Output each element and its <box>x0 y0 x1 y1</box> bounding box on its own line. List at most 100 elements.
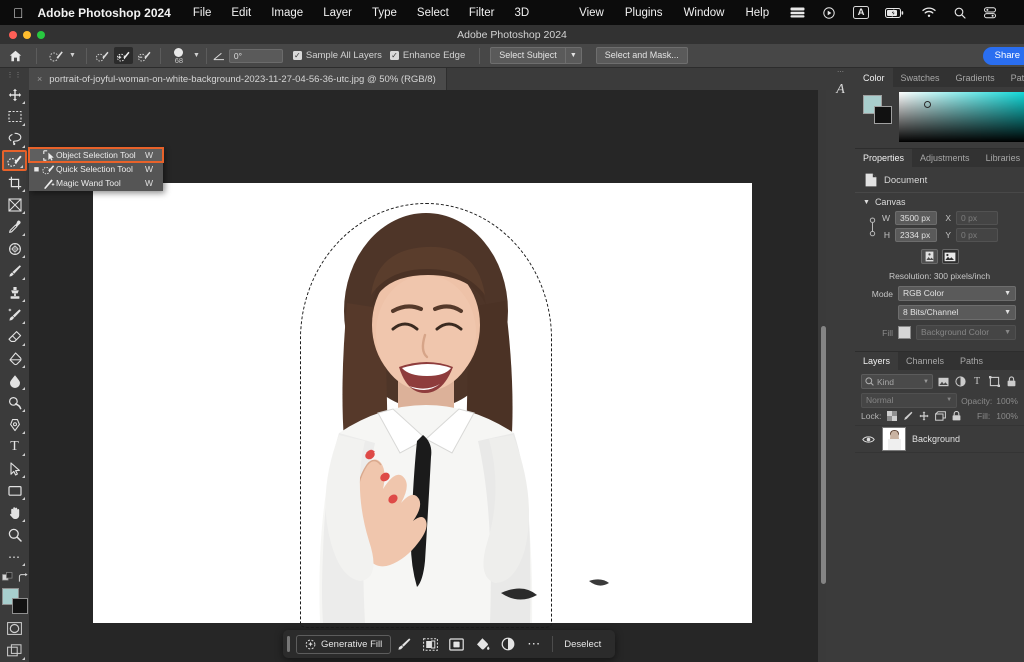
keyboard-input-icon[interactable]: A <box>853 6 869 19</box>
menu-type[interactable]: Type <box>372 7 397 19</box>
rail-grip[interactable]: ⋯ <box>826 68 855 77</box>
tab-patterns[interactable]: Patterns <box>1003 68 1024 87</box>
mask-selection-icon[interactable] <box>443 633 469 655</box>
canvas-section-header[interactable]: ▼ Canvas <box>855 192 1024 209</box>
select-subject-button[interactable]: Select Subject <box>490 47 566 64</box>
tab-swatches[interactable]: Swatches <box>893 68 948 87</box>
lock-all-icon[interactable] <box>952 411 961 421</box>
angle-value[interactable]: 0° <box>229 49 283 63</box>
type-layer-filter-icon[interactable]: T <box>970 374 984 389</box>
screen-mode-button[interactable] <box>2 640 27 661</box>
background-color-swatch[interactable] <box>12 598 28 614</box>
pixel-layer-filter-icon[interactable] <box>936 374 950 389</box>
deselect-button[interactable]: Deselect <box>558 639 607 650</box>
tab-layers[interactable]: Layers <box>855 352 898 370</box>
tab-properties[interactable]: Properties <box>855 149 912 167</box>
fill-color-swatch[interactable] <box>898 326 911 339</box>
rectangle-tool[interactable] <box>2 480 27 501</box>
apple-icon[interactable]:  <box>13 6 24 20</box>
fill-percent-value[interactable]: 100% <box>996 411 1018 421</box>
scrollbar-thumb[interactable] <box>821 326 826 584</box>
crop-tool[interactable] <box>2 172 27 193</box>
image-canvas[interactable] <box>93 183 752 623</box>
selection-subtract-icon[interactable] <box>135 47 154 64</box>
menu-image[interactable]: Image <box>271 7 303 19</box>
swap-colors-icon[interactable] <box>18 573 28 583</box>
quick-mask-button[interactable] <box>2 618 27 639</box>
link-icon[interactable] <box>863 216 881 238</box>
glyphs-panel-icon[interactable]: A <box>826 77 855 103</box>
spot-healing-brush-tool[interactable] <box>2 238 27 259</box>
layer-kind-filter[interactable]: Kind ▼ <box>861 374 933 389</box>
menu-layer[interactable]: Layer <box>323 7 352 19</box>
brush-preset-picker[interactable]: ▼ <box>43 47 80 64</box>
zoom-tool[interactable] <box>2 524 27 545</box>
color-background-swatch[interactable] <box>874 106 892 124</box>
lock-transparency-icon[interactable] <box>887 411 897 421</box>
eye-icon[interactable] <box>861 435 876 444</box>
menu-filter[interactable]: Filter <box>469 7 495 19</box>
eyedropper-tool[interactable] <box>2 216 27 237</box>
shape-layer-filter-icon[interactable] <box>987 374 1001 389</box>
opacity-value[interactable]: 100% <box>996 396 1018 406</box>
close-tab-icon[interactable]: × <box>37 74 42 84</box>
sample-all-layers-checkbox[interactable]: ✓ Sample All Layers <box>293 50 382 61</box>
battery-charging-icon[interactable] <box>885 8 904 18</box>
enhance-edge-checkbox[interactable]: ✓ Enhance Edge <box>390 50 465 61</box>
tab-paths[interactable]: Paths <box>952 352 991 370</box>
type-tool[interactable]: T <box>2 436 27 457</box>
menu-file[interactable]: File <box>193 7 212 19</box>
lasso-tool[interactable] <box>2 128 27 149</box>
invert-selection-icon[interactable] <box>417 633 443 655</box>
brush-size-chevron-icon[interactable]: ▼ <box>193 52 200 59</box>
menu-window[interactable]: Window <box>684 7 725 19</box>
select-subject-brush-icon[interactable] <box>391 633 417 655</box>
move-tool[interactable] <box>2 84 27 105</box>
blend-mode-select[interactable]: Normal ▼ <box>861 393 957 408</box>
layer-thumbnail[interactable] <box>882 427 906 451</box>
flyout-item-quick-selection-tool[interactable]: ■ Quick Selection Tool W <box>29 162 163 176</box>
brush-size-control[interactable]: 68 <box>167 47 191 65</box>
selection-new-icon[interactable] <box>93 47 112 64</box>
orientation-landscape-icon[interactable] <box>942 249 959 264</box>
rectangular-marquee-tool[interactable] <box>2 106 27 127</box>
more-options-icon[interactable]: ⋯ <box>521 633 547 655</box>
dodge-tool[interactable] <box>2 392 27 413</box>
menu-help[interactable]: Help <box>745 7 769 19</box>
color-spectrum-field[interactable] <box>899 92 1024 142</box>
clone-stamp-tool[interactable] <box>2 282 27 303</box>
hand-tool[interactable] <box>2 502 27 523</box>
bit-depth-select[interactable]: 8 Bits/Channel ▼ <box>898 305 1016 320</box>
menu-edit[interactable]: Edit <box>231 7 251 19</box>
document-tab[interactable]: × portrait-of-joyful-woman-on-white-back… <box>29 68 447 90</box>
table-row[interactable]: Background <box>855 425 1024 453</box>
lock-image-icon[interactable] <box>903 411 913 421</box>
select-and-mask-button[interactable]: Select and Mask... <box>596 47 688 64</box>
search-icon[interactable] <box>954 7 966 19</box>
selection-add-icon[interactable] <box>114 47 133 64</box>
menu-app-name[interactable]: Adobe Photoshop 2024 <box>38 6 171 20</box>
canvas-height-field[interactable]: 2334 px <box>895 228 937 242</box>
canvas-width-field[interactable]: 3500 px <box>895 211 937 225</box>
adjustment-layer-icon[interactable] <box>495 633 521 655</box>
path-selection-tool[interactable] <box>2 458 27 479</box>
stack-icon[interactable] <box>790 7 805 18</box>
brush-tool[interactable] <box>2 260 27 281</box>
pen-tool[interactable] <box>2 414 27 435</box>
default-colors-icon[interactable] <box>2 572 13 583</box>
maximize-button[interactable] <box>37 31 45 39</box>
adjustment-layer-filter-icon[interactable] <box>953 374 967 389</box>
smart-object-filter-icon[interactable] <box>1004 374 1018 389</box>
canvas-y-field[interactable]: 0 px <box>956 228 998 242</box>
quick-selection-tool[interactable] <box>2 150 27 171</box>
canvas-x-field[interactable]: 0 px <box>956 211 998 225</box>
tab-channels[interactable]: Channels <box>898 352 952 370</box>
control-center-icon[interactable] <box>984 7 996 19</box>
minimize-button[interactable] <box>23 31 31 39</box>
menu-plugins[interactable]: Plugins <box>625 7 663 19</box>
lock-position-icon[interactable] <box>919 411 929 421</box>
tools-panel-grip[interactable]: ⋮⋮ <box>7 73 23 78</box>
wifi-icon[interactable] <box>922 7 936 18</box>
fill-type-select[interactable]: Background Color ▼ <box>916 325 1016 340</box>
select-subject-chevron-icon[interactable]: ▼ <box>566 47 582 64</box>
